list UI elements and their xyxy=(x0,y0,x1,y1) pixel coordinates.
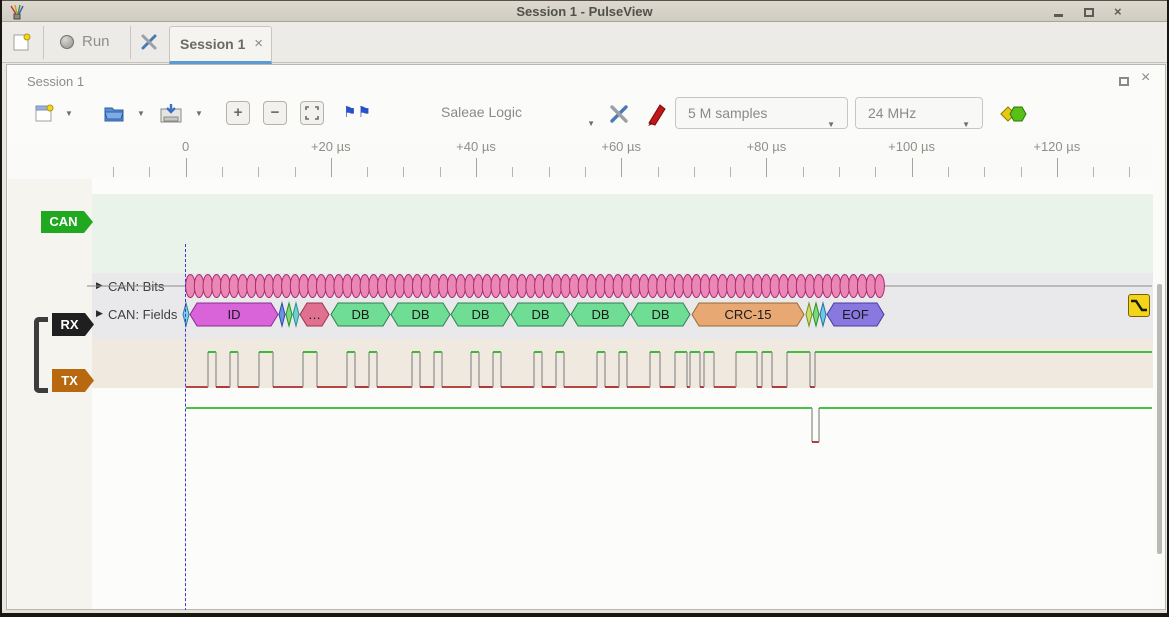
time-ruler[interactable]: 0 +20 µs +40 µs +60 µs +80 µs +100 µs +120 µs xyxy=(8,137,1153,179)
zoom-fit-icon[interactable] xyxy=(300,101,324,125)
zoom-fit-glyph xyxy=(301,102,323,124)
ruler-tick xyxy=(948,167,949,177)
ruler-tick xyxy=(912,158,913,177)
window-title: Session 1 - PulseView xyxy=(2,1,1167,22)
window-border xyxy=(2,613,1167,617)
settings-icon[interactable] xyxy=(139,32,159,52)
device-select[interactable]: Saleae Logic ▼ xyxy=(433,97,603,129)
sample-count-select[interactable]: 5 M samples ▼ xyxy=(675,97,848,129)
app-icon xyxy=(9,4,25,20)
dock-title: Session 1 xyxy=(27,74,84,89)
dock-float-icon[interactable] xyxy=(1119,77,1129,86)
ruler-tick xyxy=(1093,167,1094,177)
run-led-icon[interactable] xyxy=(60,35,74,49)
ruler-tick xyxy=(512,167,513,177)
new-session-icon[interactable] xyxy=(13,33,31,51)
row-label-can-fields: CAN: Fields xyxy=(108,307,177,322)
channel-group-bracket[interactable] xyxy=(34,317,48,393)
ruler-tick xyxy=(295,167,296,177)
row-expand-icon[interactable]: ▶ xyxy=(96,308,103,319)
trace-view[interactable]: CAN ▶ CAN: Bits ▶ CAN: Fields RX TX ID…D… xyxy=(8,179,1153,609)
ruler-tick-label: +20 µs xyxy=(311,139,351,154)
ruler-tick xyxy=(331,158,332,177)
toolbar-separator xyxy=(130,26,131,59)
ruler-tick-label: +80 µs xyxy=(747,139,787,154)
decoder-tag-can[interactable]: CAN xyxy=(41,211,93,233)
device-name: Saleae Logic xyxy=(441,104,522,120)
ruler-tick xyxy=(403,167,404,177)
open-icon[interactable] xyxy=(103,102,125,124)
title-bar[interactable]: Session 1 - PulseView × xyxy=(2,0,1167,22)
chevron-down-icon: ▼ xyxy=(962,110,970,140)
rx-row-background xyxy=(92,273,1153,339)
ruler-tick xyxy=(1021,167,1022,177)
tab-label: Session 1 xyxy=(180,36,245,52)
trigger-falling-edge-icon xyxy=(1129,295,1149,316)
vertical-scrollbar[interactable] xyxy=(1157,284,1162,554)
cursor-line[interactable] xyxy=(185,244,186,617)
toolbar-separator xyxy=(43,26,44,59)
trigger-marker[interactable] xyxy=(1128,294,1150,317)
cursors-icon[interactable]: ⚑⚑ xyxy=(343,103,372,121)
zoom-out-icon[interactable]: − xyxy=(263,101,287,125)
ruler-tick xyxy=(585,167,586,177)
row-label-can-bits: CAN: Bits xyxy=(108,279,164,294)
sample-rate-value: 24 MHz xyxy=(868,105,916,121)
ruler-tick xyxy=(476,158,477,177)
dock-close-icon[interactable]: × xyxy=(1141,69,1150,87)
minimize-icon[interactable] xyxy=(1054,14,1063,17)
trigger-probe-icon[interactable] xyxy=(645,101,669,127)
tx-row-background xyxy=(92,339,1153,388)
trace-label-column xyxy=(8,179,92,609)
chevron-down-icon: ▼ xyxy=(587,109,595,139)
maximize-icon[interactable] xyxy=(1084,8,1094,17)
ruler-tick xyxy=(803,167,804,177)
pulseview-window: Session 1 - PulseView × Run Session 1 × … xyxy=(0,0,1169,617)
open-dropdown-icon[interactable]: ▼ xyxy=(137,109,145,118)
ruler-tick xyxy=(875,167,876,177)
ruler-tick xyxy=(113,167,114,177)
close-icon[interactable]: × xyxy=(1114,4,1122,19)
run-button[interactable]: Run xyxy=(82,33,110,50)
ruler-tick xyxy=(186,158,187,177)
ruler-tick xyxy=(766,158,767,177)
ruler-tick-label: +60 µs xyxy=(601,139,641,154)
ruler-tick xyxy=(1129,167,1130,177)
ruler-tick-label: +40 µs xyxy=(456,139,496,154)
ruler-tick xyxy=(694,167,695,177)
new-view-icon[interactable] xyxy=(35,103,55,123)
new-view-dropdown-icon[interactable]: ▼ xyxy=(65,109,73,118)
save-icon[interactable] xyxy=(159,102,183,126)
ruler-tick xyxy=(658,167,659,177)
ruler-tick xyxy=(149,167,150,177)
channels-icon[interactable] xyxy=(607,103,631,125)
tab-close-icon[interactable]: × xyxy=(254,35,263,52)
sample-count-value: 5 M samples xyxy=(688,105,767,121)
ruler-tick xyxy=(1057,158,1058,177)
session-dock: Session 1 × ▼ ▼ ▼ + − ⚑⚑ Sa xyxy=(6,64,1166,610)
chevron-down-icon: ▼ xyxy=(827,110,835,140)
decoder-icon[interactable] xyxy=(1000,105,1028,123)
main-toolbar: Run Session 1 × xyxy=(2,22,1167,63)
ruler-tick xyxy=(730,167,731,177)
ruler-tick-label: +120 µs xyxy=(1033,139,1080,154)
ruler-tick xyxy=(984,167,985,177)
save-dropdown-icon[interactable]: ▼ xyxy=(195,109,203,118)
ruler-tick-label: 0 xyxy=(182,139,189,154)
zoom-in-icon[interactable]: + xyxy=(226,101,250,125)
ruler-tick xyxy=(440,167,441,177)
ruler-tick xyxy=(367,167,368,177)
tab-session-1[interactable]: Session 1 × xyxy=(169,26,272,64)
row-expand-icon[interactable]: ▶ xyxy=(96,280,103,291)
ruler-tick xyxy=(839,167,840,177)
ruler-tick xyxy=(222,167,223,177)
ruler-tick-label: +100 µs xyxy=(888,139,935,154)
ruler-tick xyxy=(258,167,259,177)
channel-tag-tx[interactable]: TX xyxy=(52,369,94,392)
ruler-tick xyxy=(549,167,550,177)
ruler-tick xyxy=(621,158,622,177)
channel-tag-rx[interactable]: RX xyxy=(52,313,94,336)
decoder-rows-background xyxy=(92,194,1153,273)
sample-rate-select[interactable]: 24 MHz ▼ xyxy=(855,97,983,129)
